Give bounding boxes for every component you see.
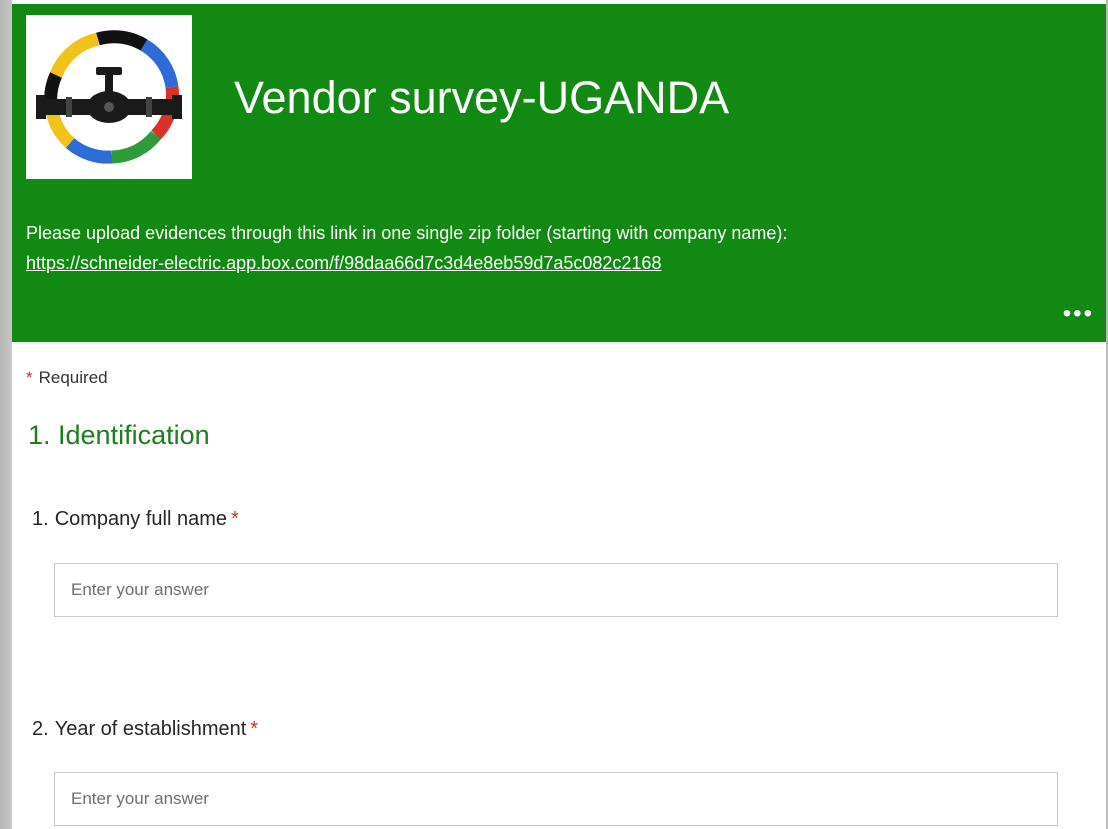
company-name-input[interactable] <box>54 563 1058 617</box>
upload-link[interactable]: https://schneider-electric.app.box.com/f… <box>26 253 661 273</box>
year-established-input[interactable] <box>54 772 1058 826</box>
page: Vendor survey-UGANDA Please upload evide… <box>0 0 1108 829</box>
question-number: 1. <box>32 508 49 530</box>
more-options-icon[interactable]: ••• <box>1063 302 1094 326</box>
form-card: Vendor survey-UGANDA Please upload evide… <box>12 0 1106 829</box>
question-number: 2. <box>32 718 49 740</box>
required-note: * Required <box>26 368 108 388</box>
required-star: * <box>231 508 239 530</box>
required-star: * <box>26 368 33 387</box>
window-shadow <box>0 0 12 829</box>
question-label: Year of establishment <box>54 718 247 740</box>
description-text: Please upload evidences through this lin… <box>26 223 788 243</box>
form-description: Please upload evidences through this lin… <box>26 218 856 278</box>
section-title: 1. Identification <box>28 420 210 450</box>
question-company-name: 1. Company full name * <box>32 508 239 531</box>
required-star: * <box>250 718 259 740</box>
pipe-valve-ring-logo-icon <box>36 30 182 164</box>
form-title: Vendor survey-UGANDA <box>234 72 730 123</box>
question-year-established: 2. Year of establishment * <box>32 718 258 741</box>
required-label: Required <box>38 368 108 387</box>
form-header: Vendor survey-UGANDA Please upload evide… <box>12 4 1106 342</box>
form-logo <box>26 15 192 179</box>
question-label: Company full name <box>54 508 227 530</box>
